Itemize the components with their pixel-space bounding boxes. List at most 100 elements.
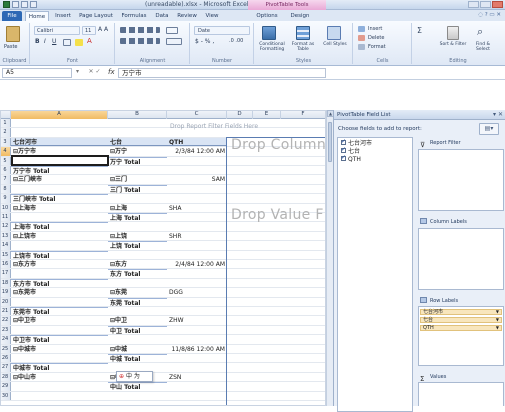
paste-icon[interactable]: [6, 26, 20, 42]
undo-icon[interactable]: [21, 1, 28, 8]
table-cell[interactable]: ⊟上饶市: [11, 232, 108, 240]
conditional-formatting-icon[interactable]: [262, 26, 276, 40]
tab-view[interactable]: View: [202, 11, 222, 21]
sort-filter-icon[interactable]: [447, 26, 459, 40]
row-number[interactable]: 23: [0, 325, 11, 335]
tab-review[interactable]: Review: [174, 11, 200, 21]
table-cell[interactable]: ⊟万宁: [108, 147, 167, 155]
column-header-a[interactable]: A: [11, 110, 108, 119]
find-select-label[interactable]: Find & Select: [469, 42, 497, 52]
row-number[interactable]: 12: [0, 222, 11, 231]
tab-formulas[interactable]: Formulas: [118, 11, 150, 21]
row-number[interactable]: 28: [0, 372, 11, 382]
table-cell[interactable]: 上饶市 Total: [11, 250, 108, 259]
column-header-b[interactable]: B: [108, 110, 167, 119]
table-cell[interactable]: ⊟中城: [108, 345, 167, 353]
values-area[interactable]: [418, 382, 504, 406]
checkbox-icon[interactable]: [341, 154, 346, 162]
row-number[interactable]: 20: [0, 297, 11, 306]
formula-controls[interactable]: ▾ ✕ ✓: [76, 68, 101, 75]
table-cell[interactable]: 上海 Total: [108, 213, 167, 221]
format-button[interactable]: Format: [368, 44, 386, 50]
table-cell[interactable]: 东方市 Total: [11, 278, 108, 287]
row-number[interactable]: 21: [0, 307, 11, 316]
selected-cell-a5[interactable]: [11, 155, 109, 166]
table-cell[interactable]: ⊟上海市: [11, 204, 108, 212]
row-number[interactable]: 27: [0, 363, 11, 372]
table-cell[interactable]: 中城市 Total: [11, 363, 108, 372]
row-number[interactable]: 11: [0, 213, 11, 222]
table-cell[interactable]: 东方 Total: [108, 269, 167, 278]
row-number[interactable]: 22: [0, 316, 11, 325]
row-number[interactable]: 6: [0, 166, 11, 175]
close-icon[interactable]: [492, 1, 503, 8]
table-cell[interactable]: 上海市 Total: [11, 222, 108, 231]
table-cell[interactable]: 11/8/86 12:00 AM: [167, 345, 227, 353]
format-table-label[interactable]: Format as Table: [289, 42, 317, 52]
currency-icon[interactable]: $ - % ,: [195, 38, 214, 45]
field-list-layout-button[interactable]: ▤▾: [479, 123, 499, 135]
table-cell[interactable]: ⊟中山市: [11, 373, 108, 381]
table-cell[interactable]: 七台河市: [11, 137, 108, 147]
redo-icon[interactable]: [30, 1, 37, 8]
table-cell[interactable]: ⊟中卫: [108, 316, 167, 324]
row-label-item[interactable]: 七台 ▼: [420, 317, 502, 323]
table-cell[interactable]: 万宁 Total: [108, 156, 167, 165]
table-cell[interactable]: ⊟中卫市: [11, 316, 108, 324]
table-cell[interactable]: ⊟上海: [108, 204, 167, 212]
row-number[interactable]: 8: [0, 184, 11, 194]
row-labels-area[interactable]: 七台河市 ▼ 七台 ▼ QTH ▼: [418, 306, 504, 366]
row-number[interactable]: 3: [0, 137, 11, 147]
table-cell[interactable]: ⊟三门峡市: [11, 175, 108, 183]
tab-home[interactable]: Home: [25, 11, 49, 21]
font-color-icon[interactable]: A: [87, 37, 92, 45]
table-cell[interactable]: ZHW: [167, 316, 227, 324]
paste-label[interactable]: Paste: [4, 44, 18, 50]
report-filter-area[interactable]: [418, 149, 504, 211]
pivot-drop-area[interactable]: [226, 137, 326, 406]
row-number[interactable]: 14: [0, 241, 11, 250]
column-labels-area[interactable]: [418, 228, 504, 290]
row-number[interactable]: 18: [0, 278, 11, 288]
cell-styles-label[interactable]: Cell Styles: [321, 42, 349, 47]
table-cell[interactable]: 三门 Total: [108, 184, 167, 193]
scrollbar-thumb[interactable]: [328, 122, 332, 162]
table-cell[interactable]: 2/4/84 12:00 AM: [167, 260, 227, 268]
find-icon[interactable]: ⌕: [477, 25, 483, 39]
dropdown-icon[interactable]: ▼: [496, 318, 499, 322]
bold-icon[interactable]: B: [35, 38, 40, 45]
row-number[interactable]: 24: [0, 335, 11, 344]
column-header-e[interactable]: E: [253, 110, 281, 119]
delete-button[interactable]: Delete: [368, 35, 384, 41]
table-cell[interactable]: ⊟三门: [108, 175, 167, 183]
wrap-text-icon[interactable]: [166, 27, 178, 34]
checkbox-icon[interactable]: [341, 146, 346, 154]
table-cell[interactable]: 中卫市 Total: [11, 335, 108, 344]
table-cell[interactable]: 东莞市 Total: [11, 307, 108, 315]
worksheet-grid[interactable]: A B C D E F 1 2 3 七台河市 七台 QTH 4 ⊟万宁市 ⊟万宁 2/3/84 1…: [0, 110, 326, 406]
merge-center-icon[interactable]: [166, 38, 182, 45]
dropdown-icon[interactable]: ▼: [496, 310, 499, 314]
insert-button[interactable]: Insert: [368, 26, 382, 32]
table-cell[interactable]: ⊟东莞市: [11, 288, 108, 296]
tab-options[interactable]: Options: [252, 11, 282, 21]
table-cell[interactable]: SHA: [167, 204, 227, 212]
table-cell[interactable]: 万宁市 Total: [11, 166, 108, 174]
row-label-item[interactable]: 七台河市 ▼: [420, 309, 502, 315]
vertical-scrollbar[interactable]: ▲: [326, 110, 334, 406]
column-header-c[interactable]: C: [167, 110, 227, 119]
table-cell[interactable]: QTH: [167, 137, 227, 147]
sort-filter-label[interactable]: Sort & Filter: [439, 42, 467, 47]
table-cell[interactable]: 2/3/84 12:00 AM: [167, 147, 227, 155]
table-cell[interactable]: ⊟中城市: [11, 345, 108, 353]
dropdown-icon[interactable]: ▼: [496, 326, 499, 330]
row-number[interactable]: 29: [0, 382, 11, 391]
table-cell[interactable]: ⊟上饶: [108, 232, 167, 240]
fx-icon[interactable]: fx: [108, 68, 115, 76]
save-icon[interactable]: [12, 1, 19, 8]
minimize-icon[interactable]: [468, 1, 479, 8]
row-number[interactable]: 30: [0, 391, 11, 400]
name-box[interactable]: A5: [2, 68, 72, 78]
table-cell[interactable]: ⊟东方市: [11, 260, 108, 268]
table-cell[interactable]: 三门峡市 Total: [11, 194, 108, 203]
